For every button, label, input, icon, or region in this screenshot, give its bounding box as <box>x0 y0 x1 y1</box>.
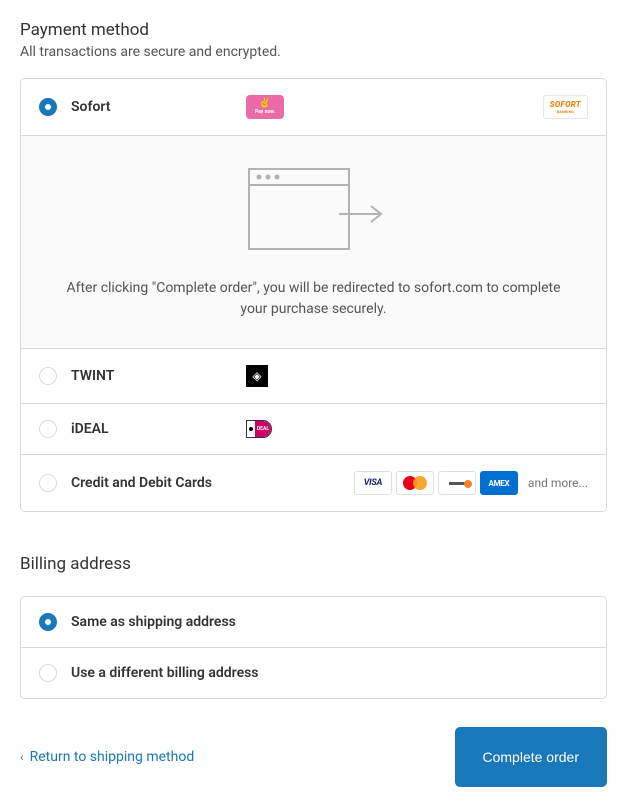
ideal-icon: DEAL <box>246 420 272 438</box>
twint-icon: ◈ <box>246 365 268 387</box>
payment-options-panel: Sofort ✌ Pay now. SOFORT BANKING <box>20 78 607 512</box>
payment-option-cards[interactable]: Credit and Debit Cards VISA AMEX and mor… <box>21 455 606 511</box>
payment-option-label: iDEAL <box>71 421 246 437</box>
discover-icon <box>438 471 476 495</box>
billing-options-panel: Same as shipping address Use a different… <box>20 596 607 699</box>
amex-icon: AMEX <box>480 471 518 495</box>
billing-option-label: Same as shipping address <box>71 614 236 630</box>
return-link-text: Return to shipping method <box>30 749 195 765</box>
payment-option-twint[interactable]: TWINT ◈ <box>21 349 606 404</box>
redirect-text: After clicking "Complete order", you wil… <box>61 278 566 320</box>
payment-option-label: Sofort <box>71 99 246 115</box>
radio-billing-same[interactable] <box>39 613 57 631</box>
billing-option-label: Use a different billing address <box>71 665 259 681</box>
radio-twint[interactable] <box>39 367 57 385</box>
payment-method-subtitle: All transactions are secure and encrypte… <box>20 44 607 60</box>
payment-option-label: Credit and Debit Cards <box>71 475 246 491</box>
complete-order-button[interactable]: Complete order <box>455 727 608 787</box>
payment-option-sofort[interactable]: Sofort ✌ Pay now. SOFORT BANKING <box>21 79 606 136</box>
return-to-shipping-link[interactable]: ‹ Return to shipping method <box>20 749 194 765</box>
radio-billing-different[interactable] <box>39 664 57 682</box>
payment-method-title: Payment method <box>20 20 607 40</box>
billing-option-same[interactable]: Same as shipping address <box>21 597 606 648</box>
radio-ideal[interactable] <box>39 420 57 438</box>
browser-redirect-icon <box>239 164 389 258</box>
billing-option-different[interactable]: Use a different billing address <box>21 648 606 698</box>
pay-now-icon: ✌ Pay now. <box>246 95 284 119</box>
visa-icon: VISA <box>354 471 392 495</box>
payment-option-label: TWINT <box>71 368 246 384</box>
and-more-text: and more... <box>528 476 588 490</box>
sofort-logo-icon: SOFORT BANKING <box>543 95 588 119</box>
radio-sofort[interactable] <box>39 98 57 116</box>
redirect-info-panel: After clicking "Complete order", you wil… <box>21 136 606 349</box>
mastercard-icon <box>396 471 434 495</box>
chevron-left-icon: ‹ <box>20 750 24 764</box>
footer-actions: ‹ Return to shipping method Complete ord… <box>20 727 607 787</box>
payment-option-ideal[interactable]: iDEAL DEAL <box>21 404 606 455</box>
billing-address-title: Billing address <box>20 554 607 574</box>
radio-cards[interactable] <box>39 474 57 492</box>
